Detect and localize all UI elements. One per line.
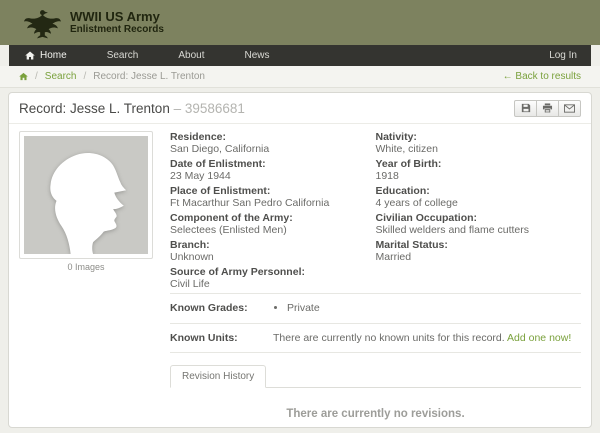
record-image-module: 0 Images xyxy=(19,131,153,422)
field-label: Source of Army Personnel: xyxy=(170,266,305,278)
breadcrumb: / Search / Record: Jesse L. Trenton ← Ba… xyxy=(0,66,600,88)
field-value: Civil Life xyxy=(170,278,210,290)
main-content: Record: Jesse L. Trenton – 39586681 0 Im… xyxy=(0,88,600,433)
breadcrumb-separator: / xyxy=(35,71,38,82)
record-number: – 39586681 xyxy=(173,100,245,116)
field-source-of-army-personnel: Source of Army Personnel: Civil Life xyxy=(170,266,376,290)
known-units-text: There are currently no known units for t… xyxy=(273,332,571,344)
field-value: Unknown xyxy=(170,251,214,263)
field-label: Component of the Army: xyxy=(170,212,293,224)
field-label: Residence: xyxy=(170,131,227,143)
field-year-of-birth: Year of Birth: 1918 xyxy=(376,158,582,182)
nav-item-home-label: Home xyxy=(40,50,67,61)
field-residence: Residence: San Diego, California xyxy=(170,131,376,155)
save-icon xyxy=(521,103,531,113)
field-label: Nativity: xyxy=(375,131,417,143)
back-to-results-link[interactable]: ← Back to results xyxy=(503,71,581,82)
field-label: Civilian Occupation: xyxy=(375,212,478,224)
field-label: Education: xyxy=(375,185,430,197)
field-value: 4 years of college xyxy=(375,197,458,209)
fields-column-right: Nativity: White, citizen Year of Birth: … xyxy=(376,131,582,293)
nav-item-about[interactable]: About xyxy=(158,45,224,66)
nav-item-news-label: News xyxy=(244,50,270,61)
soldier-silhouette-placeholder xyxy=(24,136,148,254)
field-label: Branch: xyxy=(170,239,210,251)
record-details: Residence: San Diego, California Date of… xyxy=(170,131,581,422)
nav-item-home[interactable]: Home xyxy=(9,45,87,66)
field-label: Marital Status: xyxy=(375,239,448,251)
printer-icon xyxy=(542,103,553,113)
known-grades-label: Known Grades: xyxy=(170,302,248,314)
add-unit-link[interactable]: Add one now! xyxy=(507,332,571,344)
field-value: San Diego, California xyxy=(170,143,270,155)
known-grades-row: Known Grades: Private xyxy=(170,294,581,323)
site-title: WWII US Army xyxy=(70,9,160,24)
divider xyxy=(170,352,581,353)
field-label: Place of Enlistment: xyxy=(170,185,271,197)
army-eagle-logo-icon xyxy=(24,7,61,39)
site-header: WWII US Army Enlistment Records xyxy=(0,0,600,45)
record-card: Record: Jesse L. Trenton – 39586681 0 Im… xyxy=(8,92,592,428)
known-units-row: Known Units: There are currently no know… xyxy=(170,324,581,352)
record-image-frame xyxy=(19,131,153,259)
field-marital-status: Marital Status: Married xyxy=(376,239,582,263)
main-navbar: Home Search About News Log In xyxy=(9,45,591,66)
page-title: Record: Jesse L. Trenton – 39586681 xyxy=(19,101,245,116)
field-value: White, citizen xyxy=(375,143,438,155)
known-units-empty-message: There are currently no known units for t… xyxy=(273,332,505,344)
record-title-text: Record: Jesse L. Trenton xyxy=(19,100,170,116)
nav-item-news[interactable]: News xyxy=(225,45,290,66)
home-icon xyxy=(19,72,28,81)
login-link[interactable]: Log In xyxy=(535,45,591,66)
tab-revision-history[interactable]: Revision History xyxy=(170,365,267,388)
known-grades-list: Private xyxy=(273,302,320,315)
field-value: Selectees (Enlisted Men) xyxy=(170,224,287,236)
record-fields: Residence: San Diego, California Date of… xyxy=(170,131,581,293)
field-value: 1918 xyxy=(375,170,399,182)
field-branch: Branch: Unknown xyxy=(170,239,376,263)
revision-tabs: Revision History xyxy=(170,365,581,388)
home-icon xyxy=(25,51,35,60)
field-date-of-enlistment: Date of Enlistment: 23 May 1944 xyxy=(170,158,376,182)
breadcrumb-current: Record: Jesse L. Trenton xyxy=(93,71,205,82)
breadcrumb-home-link[interactable] xyxy=(19,72,28,81)
field-civilian-occupation: Civilian Occupation: Skilled welders and… xyxy=(376,212,582,236)
no-revisions-message: There are currently no revisions. xyxy=(286,408,465,420)
field-education: Education: 4 years of college xyxy=(376,185,582,209)
nav-item-about-label: About xyxy=(178,50,205,61)
known-units-label: Known Units: xyxy=(170,332,238,344)
field-value: Married xyxy=(375,251,412,263)
record-card-body: 0 Images Residence: San Diego, Californi… xyxy=(9,124,591,429)
field-component-of-army: Component of the Army: Selectees (Enlist… xyxy=(170,212,376,236)
field-value: Ft Macarthur San Pedro California xyxy=(170,197,330,209)
save-record-button[interactable] xyxy=(514,99,537,117)
fields-column-left: Residence: San Diego, California Date of… xyxy=(170,131,376,293)
email-record-button[interactable] xyxy=(558,99,581,117)
field-label: Date of Enlistment: xyxy=(170,158,266,170)
record-card-header: Record: Jesse L. Trenton – 39586681 xyxy=(9,93,591,124)
field-nativity: Nativity: White, citizen xyxy=(376,131,582,155)
envelope-icon xyxy=(564,103,575,113)
field-value: Skilled welders and flame cutters xyxy=(375,224,530,236)
nav-item-search-label: Search xyxy=(106,50,139,61)
breadcrumb-search-link[interactable]: Search xyxy=(45,71,77,82)
breadcrumb-separator: / xyxy=(83,71,87,82)
image-count-caption: 0 Images xyxy=(67,262,105,272)
field-label: Year of Birth: xyxy=(375,158,442,170)
field-place-of-enlistment: Place of Enlistment: Ft Macarthur San Pe… xyxy=(170,185,376,209)
nav-item-search[interactable]: Search xyxy=(87,45,159,66)
site-subtitle: Enlistment Records xyxy=(70,24,164,35)
record-toolbar xyxy=(514,99,581,117)
grade-item: Private xyxy=(287,302,320,315)
revision-history-panel: There are currently no revisions. xyxy=(170,388,581,422)
print-button[interactable] xyxy=(536,99,559,117)
field-value: 23 May 1944 xyxy=(170,170,231,182)
